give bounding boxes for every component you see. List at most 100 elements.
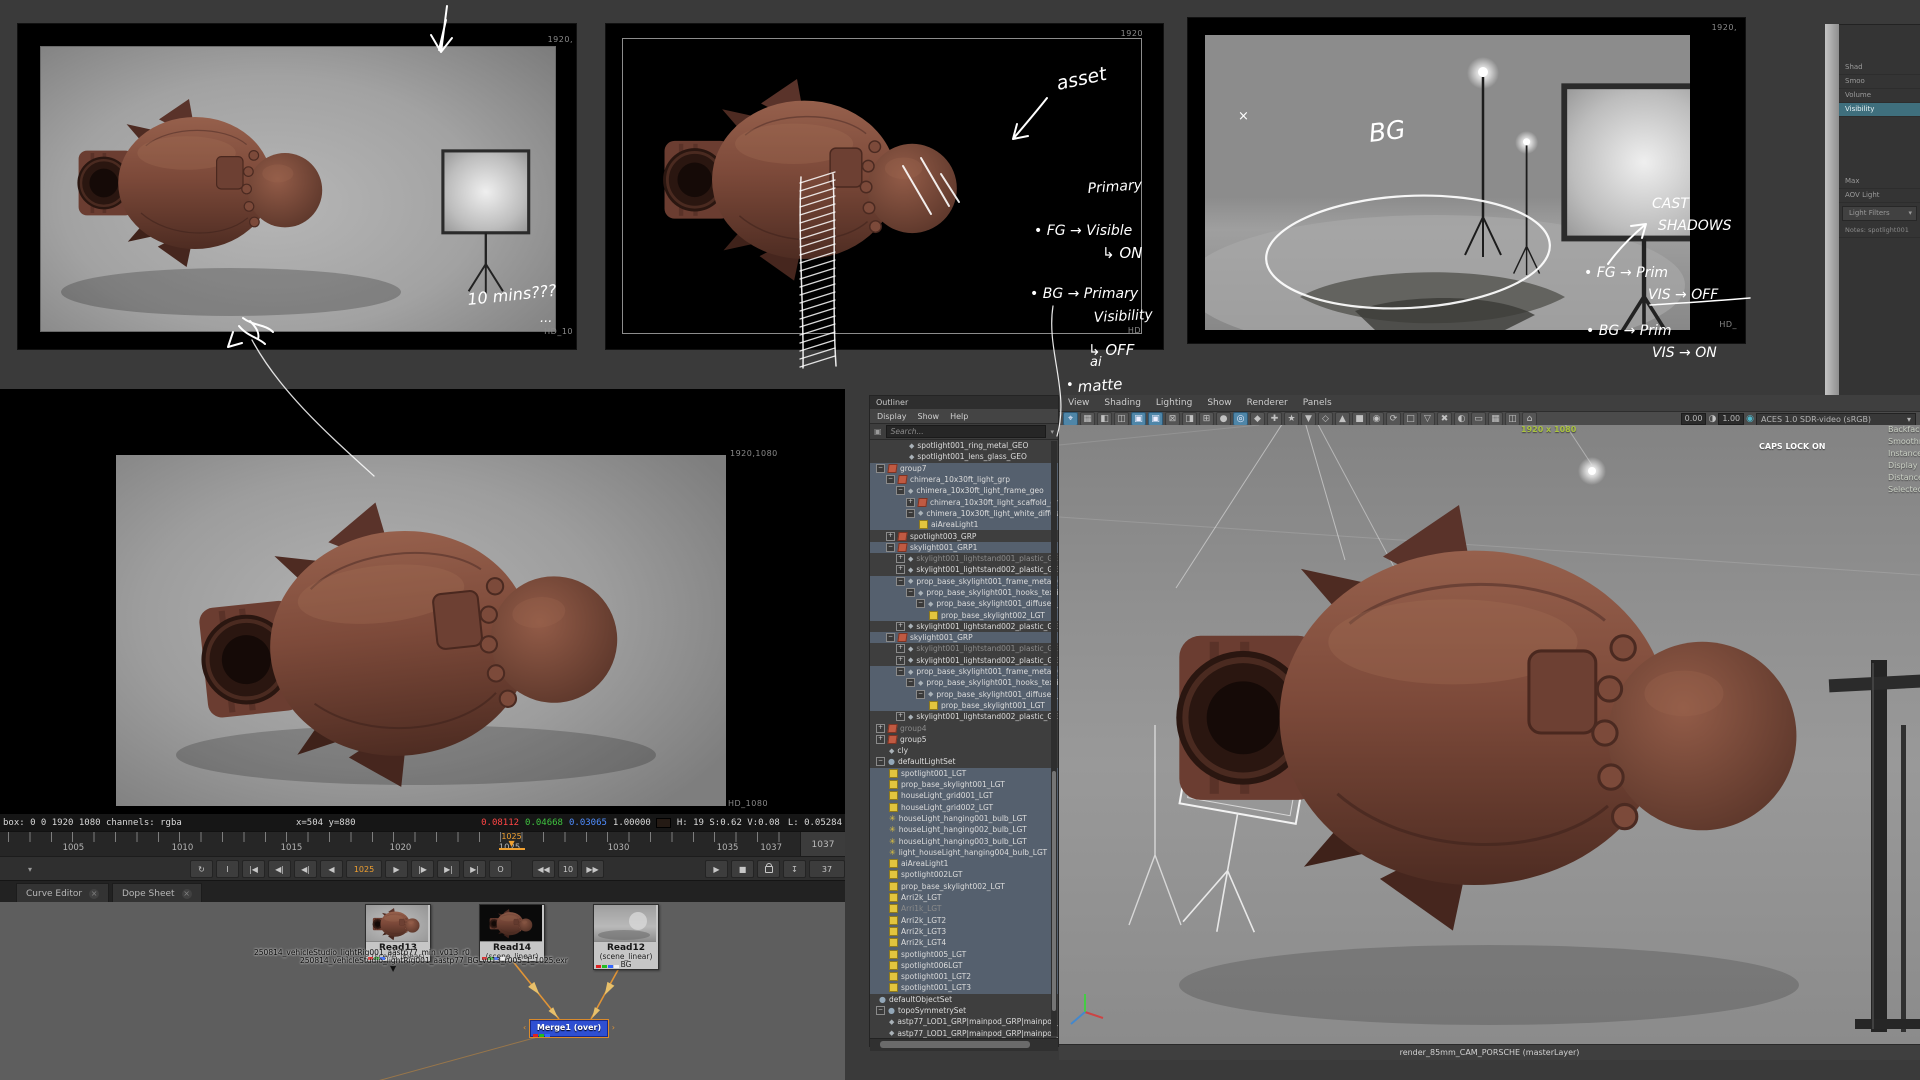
outliner-item[interactable]: +group4 bbox=[870, 722, 1058, 733]
timeline-options-caret[interactable]: ▾ bbox=[28, 865, 32, 874]
flipbook-play-button[interactable]: ▶ bbox=[705, 860, 728, 878]
layout-icon[interactable]: ▦ bbox=[1488, 412, 1503, 426]
panel-menu-lighting[interactable]: Lighting bbox=[1156, 398, 1192, 408]
expand-icon[interactable]: + bbox=[876, 724, 885, 733]
outliner-item[interactable]: spotlight002LGT bbox=[870, 869, 1058, 880]
outliner-item[interactable]: −skylight001_GRP1 bbox=[870, 542, 1058, 553]
outliner-toggle-icon[interactable]: ◫ bbox=[1505, 412, 1520, 426]
outliner-item[interactable]: −skylight001_GRP bbox=[870, 632, 1058, 643]
in-point-button[interactable]: I bbox=[216, 860, 239, 878]
outliner-item[interactable]: Arri2k_LGT3 bbox=[870, 926, 1058, 937]
outliner-item[interactable]: +spotlight003_GRP bbox=[870, 530, 1058, 541]
menu-display[interactable]: Display bbox=[877, 412, 907, 421]
outliner-item[interactable]: +◆skylight001_lightstand002_plastic_GEO bbox=[870, 655, 1058, 666]
safe-action-icon[interactable]: ◨ bbox=[1182, 412, 1197, 426]
close-icon[interactable]: × bbox=[182, 889, 192, 899]
panel-menu-show[interactable]: Show bbox=[1207, 398, 1231, 408]
panel-menu-view[interactable]: View bbox=[1068, 398, 1089, 408]
attribute-row[interactable]: Visibility bbox=[1839, 103, 1920, 117]
collapse-icon[interactable]: − bbox=[876, 757, 885, 766]
tab-dope-sheet[interactable]: Dope Sheet × bbox=[112, 883, 202, 903]
nuke-node-graph[interactable]: Read13 (scene_linear) ▼ Read14 (scene_li… bbox=[0, 902, 845, 1080]
attribute-row[interactable]: Light Filters▾ bbox=[1842, 206, 1917, 221]
gate-mask-icon[interactable]: ▣ bbox=[1148, 412, 1163, 426]
exposure-icon[interactable]: ◐ bbox=[1454, 412, 1469, 426]
outliner-item[interactable]: ◆spotlight001_ring_metal_GEO bbox=[870, 440, 1058, 451]
gamma-field[interactable]: 1.00 bbox=[1718, 413, 1744, 425]
outliner-vscrollbar[interactable] bbox=[1051, 441, 1057, 1036]
outliner-item[interactable]: houseLight_grid001_LGT bbox=[870, 790, 1058, 801]
outliner-item[interactable]: Arri1k_LGT bbox=[870, 903, 1058, 914]
filter-icon[interactable]: ▣ bbox=[874, 427, 882, 436]
expand-icon[interactable]: + bbox=[896, 622, 905, 631]
aa-icon[interactable]: ▲ bbox=[1335, 412, 1350, 426]
outliner-item[interactable]: aiAreaLight1 bbox=[870, 858, 1058, 869]
outliner-item[interactable]: ◆astp77_LOD1_GRP|mainpod_GRP|mainpod_bod… bbox=[870, 1016, 1058, 1027]
goto-end-button[interactable]: ▶| bbox=[463, 860, 486, 878]
outliner-item[interactable]: −group7 bbox=[870, 463, 1058, 474]
select-tool-icon[interactable]: ⌖ bbox=[1063, 412, 1078, 426]
collapse-icon[interactable]: − bbox=[886, 475, 895, 484]
panel-menu-shading[interactable]: Shading bbox=[1104, 398, 1141, 408]
lighting-icon[interactable]: ● bbox=[1216, 412, 1231, 426]
outliner-item[interactable]: prop_base_skylight001_LGT bbox=[870, 779, 1058, 790]
node-merge1[interactable]: Merge1 (over) ‹ › bbox=[530, 1020, 608, 1037]
panel-menu-renderer[interactable]: Renderer bbox=[1247, 398, 1288, 408]
expand-icon[interactable]: + bbox=[896, 565, 905, 574]
collapse-icon[interactable]: − bbox=[896, 667, 905, 676]
panel-menu-panels[interactable]: Panels bbox=[1303, 398, 1332, 408]
outliner-item[interactable]: −◆chimera_10x30ft_light_frame_geo bbox=[870, 485, 1058, 496]
isolate-icon[interactable]: ■ bbox=[1352, 412, 1367, 426]
outliner-item[interactable]: +chimera_10x30ft_light_scaffold_grp bbox=[870, 496, 1058, 507]
step-forward-button[interactable]: |▶ bbox=[411, 860, 434, 878]
outliner-item[interactable]: ✳light_houseLight_hanging004_bulb_LGT bbox=[870, 847, 1058, 858]
home-icon[interactable]: ⌂ bbox=[1522, 412, 1537, 426]
viewport-3d[interactable]: 1920 x 1080 CAPS LOCK ON Backfaces:Smoot… bbox=[1059, 425, 1920, 1044]
grid-icon[interactable]: ▦ bbox=[1080, 412, 1095, 426]
outliner-item[interactable]: −◆prop_base_skylight001_frame_metal_GEO bbox=[870, 576, 1058, 587]
outliner-item[interactable]: +◆skylight001_lightstand001_plastic_GEO bbox=[870, 553, 1058, 564]
exposure-field[interactable]: 0.00 bbox=[1681, 413, 1707, 425]
joint-icon[interactable]: ▽ bbox=[1420, 412, 1435, 426]
expand-icon[interactable]: + bbox=[886, 532, 895, 541]
outliner-item[interactable]: +group5 bbox=[870, 734, 1058, 745]
stop-button[interactable]: ■ bbox=[731, 860, 754, 878]
contrast-icon[interactable]: ◑ bbox=[1708, 414, 1716, 424]
outliner-item[interactable]: +◆skylight001_lightstand002_plastic_GEO1 bbox=[870, 711, 1058, 722]
gate-icon[interactable]: ◧ bbox=[1097, 412, 1112, 426]
collapse-icon[interactable]: − bbox=[876, 1006, 885, 1015]
outliner-item[interactable]: ◆spotlight001_lens_glass_GEO bbox=[870, 451, 1058, 462]
outliner-item[interactable]: prop_base_skylight002_LGT bbox=[870, 609, 1058, 620]
xray-icon[interactable]: ◉ bbox=[1369, 412, 1384, 426]
outliner-hscrollbar[interactable] bbox=[870, 1038, 1058, 1051]
prev-keyframe-button[interactable]: ◀| bbox=[268, 860, 291, 878]
next-keyframe-button[interactable]: ▶| bbox=[437, 860, 460, 878]
outliner-search-input[interactable]: Search... bbox=[886, 425, 1047, 438]
outliner-item[interactable]: +◆skylight001_lightstand001_plastic_GEO bbox=[870, 643, 1058, 654]
collapse-icon[interactable]: − bbox=[906, 588, 915, 597]
close-icon[interactable]: × bbox=[89, 889, 99, 899]
expand-icon[interactable]: + bbox=[906, 498, 915, 507]
outliner-item[interactable]: −●topoSymmetrySet bbox=[870, 1005, 1058, 1016]
outliner-item[interactable]: −◆chimera_10x30ft_light_white_diffuser_g… bbox=[870, 508, 1058, 519]
collapse-icon[interactable]: − bbox=[896, 486, 905, 495]
playhead[interactable]: 1025 ▼ bbox=[497, 832, 527, 857]
res-gate-icon[interactable]: ▣ bbox=[1131, 412, 1146, 426]
outliner-item[interactable]: aiAreaLight1 bbox=[870, 519, 1058, 530]
collapse-icon[interactable]: − bbox=[876, 464, 885, 473]
outliner-item[interactable]: spotlight001_LGT2 bbox=[870, 971, 1058, 982]
color-management-icon[interactable]: ◉ bbox=[1746, 414, 1754, 424]
textured-icon[interactable]: ◆ bbox=[1250, 412, 1265, 426]
safe-title-icon[interactable]: ⊞ bbox=[1199, 412, 1214, 426]
current-frame-field[interactable]: 1025 bbox=[346, 860, 382, 878]
outliner-item[interactable]: −●defaultLightSet bbox=[870, 756, 1058, 767]
menu-help[interactable]: Help bbox=[950, 412, 968, 421]
outliner-item[interactable]: +◆skylight001_lightstand002_plastic_GEO1 bbox=[870, 621, 1058, 632]
outliner-item[interactable]: spotlight005_LGT bbox=[870, 948, 1058, 959]
node-read14[interactable]: Read14 (scene_linear) bbox=[479, 904, 545, 962]
outliner-item[interactable]: Arri2k_LGT4 bbox=[870, 937, 1058, 948]
nuke-viewer[interactable]: 1920,1080 HD_1080 bbox=[0, 389, 845, 813]
camera-name-bar[interactable]: render_85mm_CAM_PORSCHE (masterLayer) bbox=[1059, 1044, 1920, 1060]
outliner-item[interactable]: ◆cly bbox=[870, 745, 1058, 756]
nuke-timeline-ruler[interactable]: 10051010101510201025103010351037 1025 ▼ … bbox=[0, 831, 845, 857]
